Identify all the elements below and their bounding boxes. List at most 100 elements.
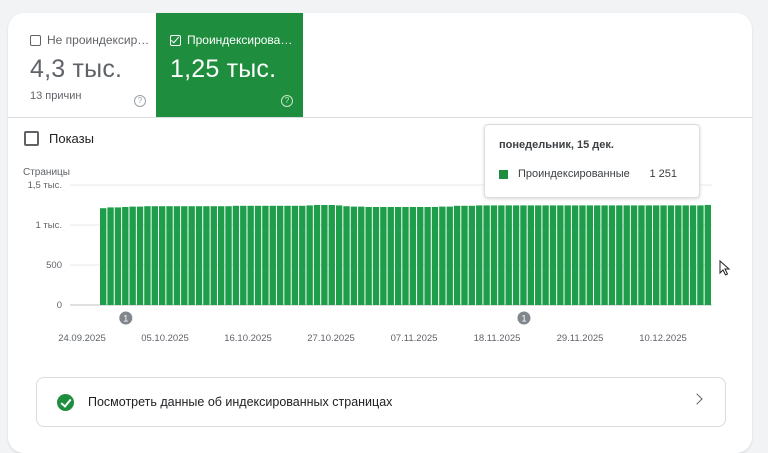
bar (299, 205, 306, 305)
bar (498, 205, 505, 305)
bar (461, 205, 468, 305)
bar (358, 206, 365, 305)
bar (372, 207, 380, 305)
bar (623, 205, 630, 305)
bar (476, 205, 483, 305)
bar (181, 206, 188, 305)
annotation-label: 1 (521, 314, 526, 324)
bar (144, 206, 151, 305)
bar (653, 205, 660, 305)
bar (542, 205, 549, 305)
bar (439, 206, 446, 305)
bar (350, 206, 358, 305)
bar (616, 205, 623, 305)
bar (114, 207, 122, 305)
tooltip-series: Проиндексированные (518, 168, 630, 180)
bar (240, 205, 247, 305)
bar (284, 205, 291, 305)
bar (203, 206, 210, 305)
x-tick-label: 29.11.2025 (557, 333, 604, 344)
bar (217, 206, 225, 305)
bar (446, 206, 453, 305)
bar (645, 205, 653, 305)
bar (630, 205, 638, 305)
bar (682, 205, 689, 305)
bar (188, 206, 195, 305)
chart-tooltip: понедельник, 15 дек. Проиндексированные … (484, 124, 700, 198)
bar (158, 206, 166, 305)
bar (335, 205, 343, 305)
y-tick-label: 500 (46, 260, 62, 271)
indexing-report-card: Не проиндексир… 4,3 тыс. 13 причин ? Про… (8, 13, 752, 453)
view-indexed-pages-link[interactable]: Посмотреть данные об индексированных стр… (36, 377, 726, 427)
y-tick-label: 1 тыс. (36, 220, 63, 231)
bar (535, 205, 542, 305)
bar (453, 205, 461, 305)
bar (527, 205, 535, 305)
bar (608, 205, 616, 305)
bar (638, 205, 645, 305)
y-tick-label: 1,5 тыс. (28, 180, 62, 191)
view-indexed-pages-label: Посмотреть данные об индексированных стр… (88, 395, 393, 409)
bar (667, 205, 675, 305)
bar (660, 205, 667, 305)
bar (269, 205, 276, 305)
bar (210, 206, 217, 305)
bar (417, 207, 424, 305)
bar (468, 205, 476, 305)
bar (129, 206, 136, 305)
bar (276, 205, 284, 305)
bar (549, 205, 557, 305)
tooltip-value: 1 251 (649, 168, 677, 180)
check-circle-icon (57, 393, 74, 411)
bar (151, 206, 158, 305)
cursor-icon (719, 260, 731, 276)
bar (107, 207, 114, 305)
bar (166, 206, 173, 305)
bar (704, 204, 711, 305)
bar (254, 205, 262, 305)
bar (328, 205, 335, 305)
x-tick-label: 07.11.2025 (391, 333, 438, 344)
bar (586, 205, 594, 305)
x-tick-label: 24.09.2025 (58, 333, 106, 344)
bar (571, 205, 579, 305)
bar (343, 206, 350, 305)
bar (431, 207, 439, 305)
x-tick-label: 18.11.2025 (474, 333, 521, 344)
bar (173, 206, 181, 305)
bar (232, 205, 240, 305)
bar (483, 205, 490, 305)
x-tick-label: 27.10.2025 (307, 333, 355, 344)
bar (100, 208, 107, 305)
x-tick-label: 10.12.2025 (639, 333, 687, 344)
bar (136, 206, 144, 305)
bar (579, 205, 586, 305)
bar (321, 205, 328, 305)
bar (557, 205, 564, 305)
x-tick-label: 16.10.2025 (224, 333, 272, 344)
bar (490, 205, 498, 305)
bar (512, 205, 520, 305)
bar (380, 207, 387, 305)
bar (424, 207, 431, 305)
bar (402, 207, 409, 305)
bar (675, 205, 682, 305)
bar (387, 207, 394, 305)
bar (505, 205, 512, 305)
bar (247, 205, 254, 305)
bar (306, 205, 313, 305)
x-tick-label: 05.10.2025 (141, 333, 189, 344)
chevron-right-icon (691, 393, 703, 405)
bar (262, 205, 269, 305)
annotation-label: 1 (123, 314, 128, 324)
bar (697, 205, 704, 305)
y-tick-label: 0 (57, 300, 62, 311)
legend-swatch (499, 169, 508, 179)
bar (394, 207, 402, 305)
tooltip-date: понедельник, 15 дек. (499, 139, 614, 151)
bar (689, 205, 697, 305)
bar (195, 206, 203, 305)
bar (365, 207, 372, 305)
bar (564, 205, 571, 305)
